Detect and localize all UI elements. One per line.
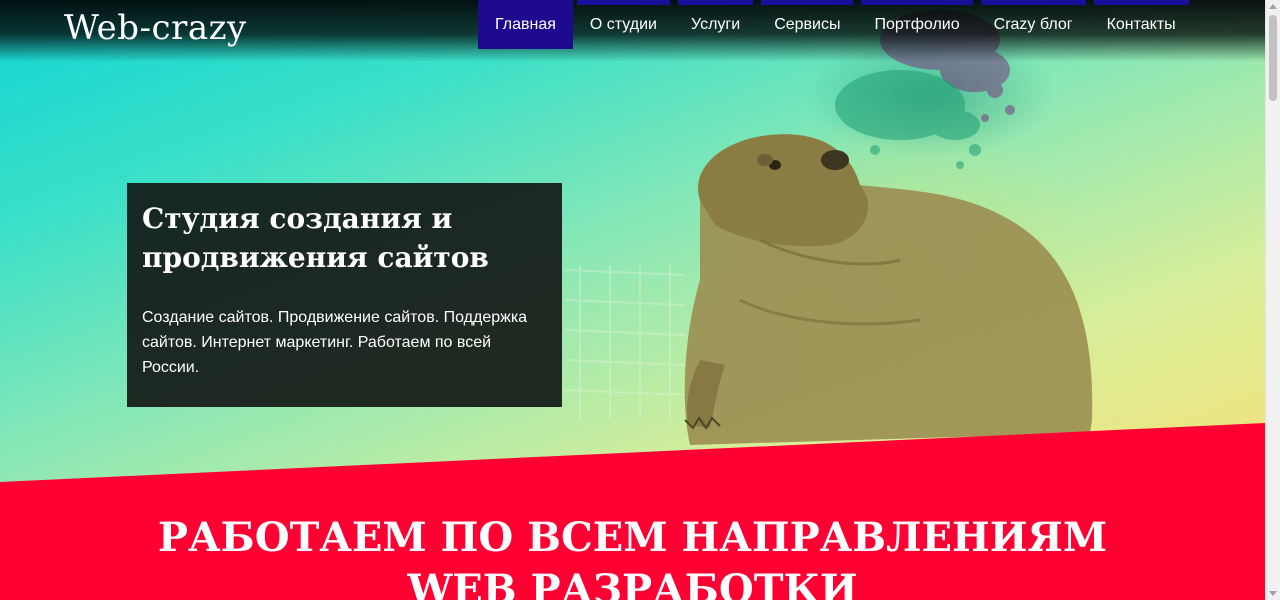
page: Web-crazy Главная О студии Услуги Сервис…	[0, 0, 1265, 600]
scroll-up-icon[interactable]	[1269, 4, 1277, 9]
scroll-down-icon[interactable]	[1269, 591, 1277, 596]
services-section-bg	[0, 423, 1265, 600]
services-section-title: Работаем по всем направлениям WEB разраб…	[157, 514, 1108, 600]
page-scrollbar[interactable]	[1265, 0, 1280, 600]
scroll-thumb[interactable]	[1269, 15, 1277, 101]
